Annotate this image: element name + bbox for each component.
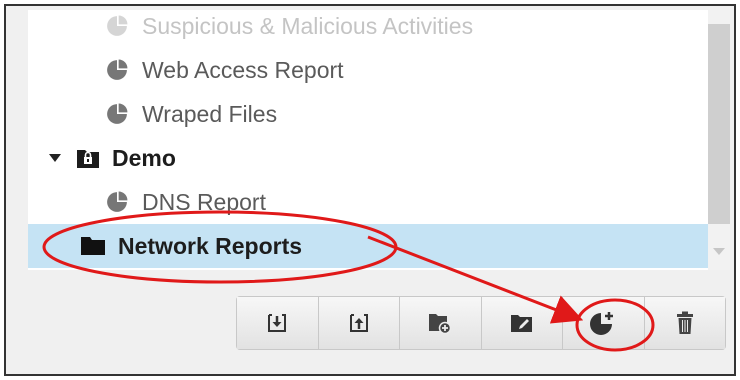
report-pie-icon xyxy=(107,103,128,124)
scroll-down-arrow-icon[interactable] xyxy=(713,248,725,255)
delete-button[interactable] xyxy=(644,297,725,349)
scrollbar-thumb[interactable] xyxy=(708,24,730,224)
caret-down-icon[interactable] xyxy=(48,151,62,165)
folder-icon xyxy=(81,237,105,255)
tree-item-label: Suspicious & Malicious Activities xyxy=(142,12,474,39)
tree-item-wraped-files[interactable]: Wraped Files xyxy=(28,92,714,136)
report-tree: Suspicious & Malicious Activities Web Ac… xyxy=(28,10,714,270)
export-icon xyxy=(349,314,368,332)
add-folder-button[interactable] xyxy=(400,297,482,349)
tree-toolbar xyxy=(236,296,726,350)
export-button[interactable] xyxy=(318,297,400,349)
tree-item-label: DNS Report xyxy=(142,188,266,215)
tree-item-label: Network Reports xyxy=(118,232,303,259)
tree-item-label: Wraped Files xyxy=(142,100,278,127)
tree-item-label: Web Access Report xyxy=(142,56,344,83)
report-pie-icon xyxy=(107,191,128,212)
pie-plus-icon xyxy=(590,312,614,335)
tree-item-suspicious-malicious-activities[interactable]: Suspicious & Malicious Activities xyxy=(28,10,714,48)
tree-item-dns-report[interactable]: DNS Report xyxy=(28,180,714,224)
folder-lock-icon xyxy=(77,150,99,168)
tree-item-demo[interactable]: Demo xyxy=(28,136,714,180)
import-icon xyxy=(268,314,287,332)
import-button[interactable] xyxy=(237,297,319,349)
trash-icon xyxy=(676,311,693,334)
folder-plus-icon xyxy=(429,314,452,334)
rename-folder-button[interactable] xyxy=(481,297,563,349)
report-pie-icon xyxy=(107,59,128,80)
tree-scrollbar[interactable] xyxy=(708,10,730,270)
tree-item-web-access-report[interactable]: Web Access Report xyxy=(28,48,714,92)
folder-edit-icon xyxy=(510,315,532,332)
tree-item-network-reports[interactable]: Network Reports xyxy=(28,224,714,268)
add-report-button[interactable] xyxy=(563,297,645,349)
report-pie-icon xyxy=(107,15,128,36)
tree-item-label: Demo xyxy=(112,144,176,171)
